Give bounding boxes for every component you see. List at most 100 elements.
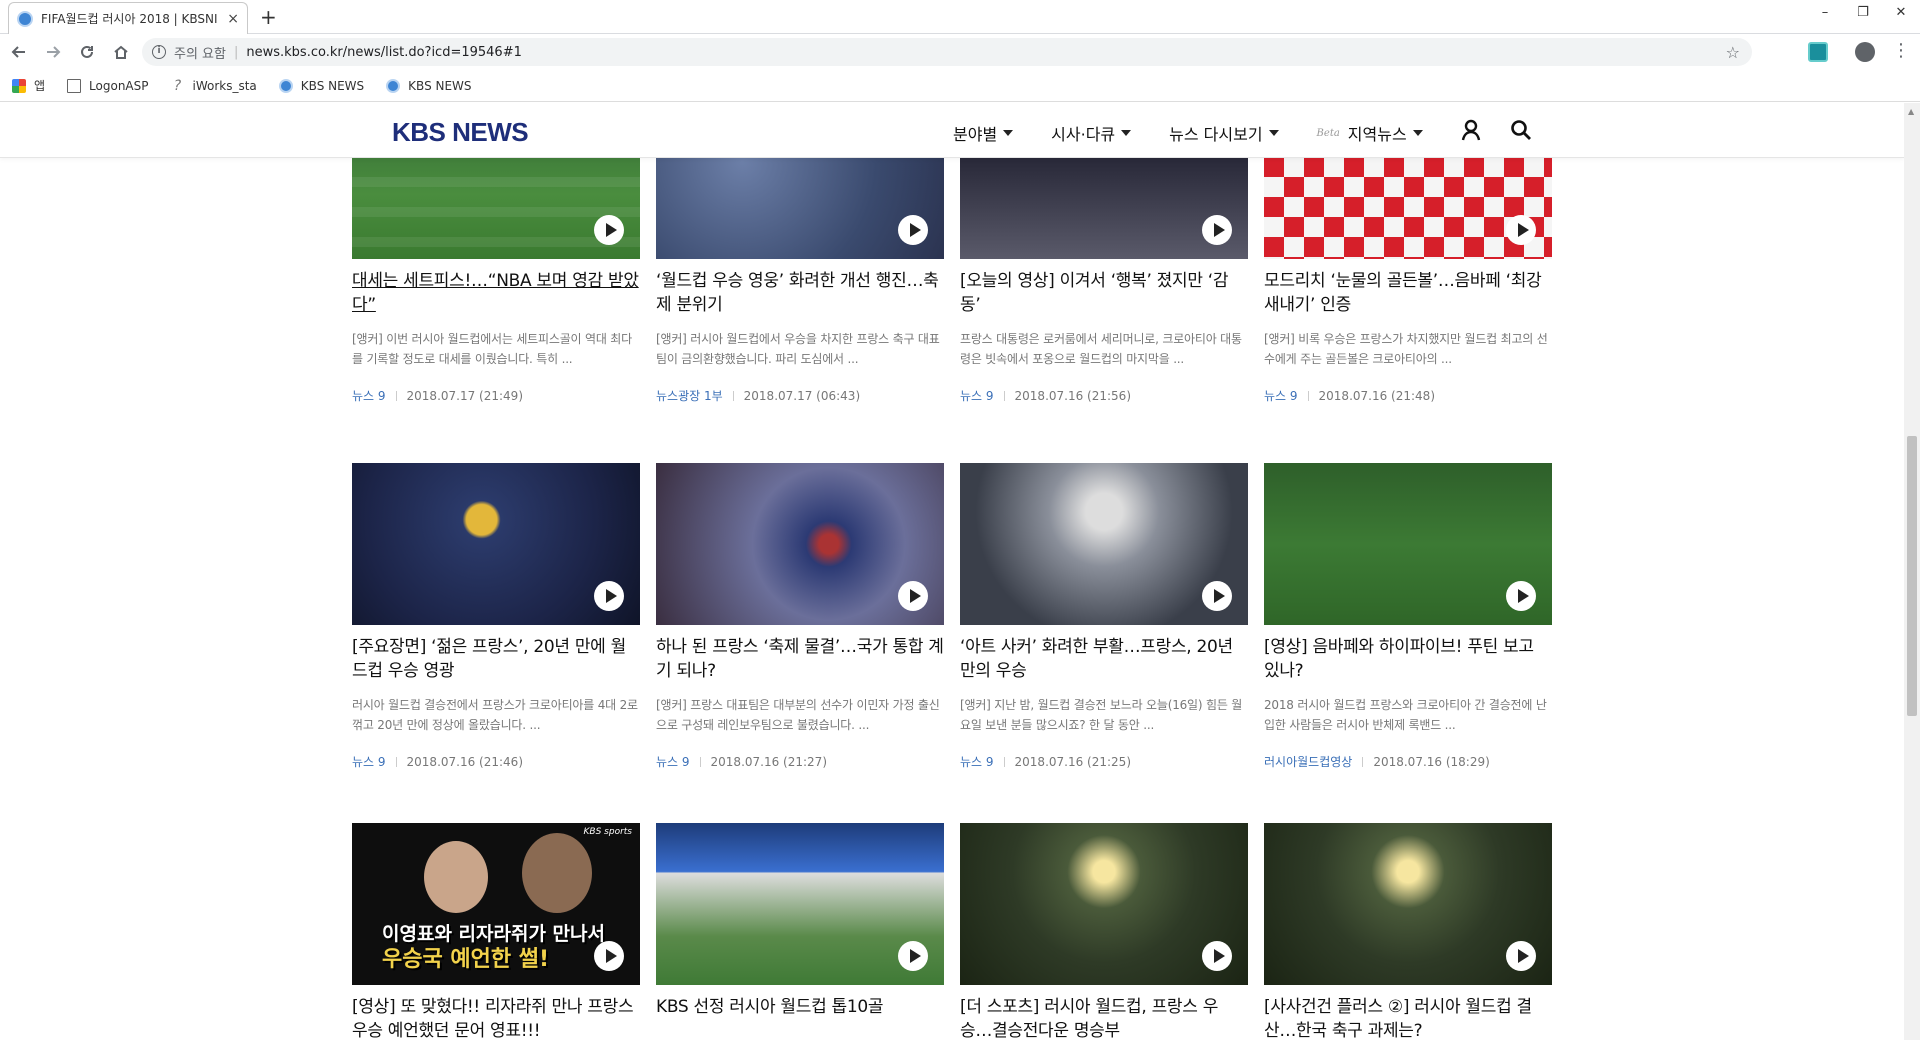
article-thumbnail[interactable]: [656, 463, 944, 625]
page-scrollbar[interactable]: ▲: [1904, 103, 1920, 1040]
article-card[interactable]: [영상] 음바페와 하이파이브! 푸틴 보고 있나? 2018 러시아 월드컵 …: [1264, 463, 1552, 770]
back-button[interactable]: [4, 37, 34, 67]
article-thumbnail[interactable]: [1264, 463, 1552, 625]
program-name[interactable]: 뉴스 9: [1264, 387, 1298, 404]
meta-divider: [699, 756, 701, 767]
article-title[interactable]: [더 스포츠] 러시아 월드컵, 프랑스 우승…결승전다운 명승부: [960, 995, 1248, 1040]
reload-button[interactable]: [72, 37, 102, 67]
more-menu-icon[interactable]: ⋮: [1892, 40, 1910, 61]
play-icon[interactable]: [594, 941, 624, 971]
article-thumbnail[interactable]: [352, 463, 640, 625]
article-meta: 뉴스 9 2018.07.16 (21:56): [960, 387, 1248, 404]
article-card[interactable]: [주요장면] ‘젊은 프랑스’, 20년 만에 월드컵 우승 영광 러시아 월드…: [352, 463, 640, 770]
program-name[interactable]: 뉴스 9: [352, 753, 386, 770]
tab-close-icon[interactable]: ×: [227, 11, 239, 27]
article-title[interactable]: ‘월드컵 우승 영웅’ 화려한 개선 행진…축제 분위기: [656, 269, 944, 317]
nav-news-replay[interactable]: 뉴스 다시보기: [1169, 121, 1279, 145]
article-summary[interactable]: [앵커] 지난 밤, 월드컵 결승전 보느라 오늘(16일) 힘든 월요일 보낸…: [960, 695, 1248, 735]
article-title[interactable]: [주요장면] ‘젊은 프랑스’, 20년 만에 월드컵 우승 영광: [352, 635, 640, 683]
article-summary[interactable]: [앵커] 러시아 월드컵에서 우승을 차지한 프랑스 축구 대표팀이 금의환향했…: [656, 329, 944, 369]
program-name[interactable]: 뉴스 9: [960, 753, 994, 770]
article-title[interactable]: ‘아트 사커’ 화려한 부활…프랑스, 20년 만의 우승: [960, 635, 1248, 683]
article-summary[interactable]: 2018 러시아 월드컵 프랑스와 크로아티아 간 결승전에 난입한 사람들은 …: [1264, 695, 1552, 735]
nav-by-category[interactable]: 분야별: [953, 121, 1014, 145]
article-title[interactable]: [영상] 음바페와 하이파이브! 푸틴 보고 있나?: [1264, 635, 1552, 683]
bookmark-iworks[interactable]: ? iWorks_sta: [171, 79, 257, 93]
article-summary[interactable]: [앵커] 프랑스 대표팀은 대부분의 선수가 이민자 가정 출신으로 구성돼 레…: [656, 695, 944, 735]
program-name[interactable]: 러시아월드컵영상: [1264, 753, 1352, 770]
article-thumbnail[interactable]: [1264, 823, 1552, 985]
article-card[interactable]: [더 스포츠] 러시아 월드컵, 프랑스 우승…결승전다운 명승부: [960, 823, 1248, 1040]
play-icon[interactable]: [1202, 941, 1232, 971]
bookmark-kbs-news-1[interactable]: KBS NEWS: [278, 78, 364, 93]
article-summary[interactable]: 러시아 월드컵 결승전에서 프랑스가 크로아티아를 4대 2로 꺾고 20년 만…: [352, 695, 640, 735]
search-icon[interactable]: [1510, 119, 1532, 141]
article-meta: 뉴스 9 2018.07.17 (21:49): [352, 387, 640, 404]
play-icon[interactable]: [1506, 215, 1536, 245]
article-summary[interactable]: [앵커] 비록 우승은 프랑스가 차지했지만 월드컵 최고의 선수에게 주는 골…: [1264, 329, 1552, 369]
minimize-button[interactable]: –: [1806, 2, 1844, 24]
omnibox-separator: |: [233, 44, 239, 60]
article-card[interactable]: KBS sports 이영표와 리자라쥐가 만나서 우승국 예언한 썰! [영상…: [352, 823, 640, 1040]
close-window-button[interactable]: ✕: [1882, 2, 1920, 24]
security-status[interactable]: 주의 요함: [174, 43, 226, 62]
bookmark-logonasp[interactable]: LogonASP: [67, 78, 149, 93]
kbs-sports-brand: KBS sports: [583, 827, 632, 837]
new-tab-button[interactable]: +: [260, 6, 277, 28]
article-card[interactable]: 하나 된 프랑스 ‘축제 물결’…국가 통합 계기 되나? [앵커] 프랑스 대…: [656, 463, 944, 770]
info-icon[interactable]: i: [152, 45, 166, 59]
article-title[interactable]: [영상] 또 맞혔다!! 리자라쥐 만나 프랑스 우승 예언했던 문어 영표!!…: [352, 995, 640, 1040]
home-button[interactable]: [106, 37, 136, 67]
play-icon[interactable]: [1506, 941, 1536, 971]
kbs-news-logo[interactable]: KBS NEWS: [392, 117, 529, 148]
program-name[interactable]: 뉴스광장 1부: [656, 387, 723, 404]
article-title[interactable]: KBS 선정 러시아 월드컵 톱10골: [656, 995, 944, 1040]
window-controls: – ❐ ✕: [1806, 2, 1920, 24]
profile-icon[interactable]: [1855, 42, 1875, 62]
article-date: 2018.07.16 (21:48): [1318, 388, 1435, 403]
article-card[interactable]: KBS 선정 러시아 월드컵 톱10골: [656, 823, 944, 1040]
article-summary[interactable]: [앵커] 이번 러시아 월드컵에서는 세트피스골이 역대 최다를 기록할 정도로…: [352, 329, 640, 369]
program-name[interactable]: 뉴스 9: [960, 387, 994, 404]
nav-local-news[interactable]: Beta 지역뉴스: [1317, 121, 1423, 145]
nav-current-affairs[interactable]: 시사·다큐: [1051, 121, 1132, 145]
program-name[interactable]: 뉴스 9: [656, 753, 690, 770]
article-thumbnail[interactable]: [960, 463, 1248, 625]
play-icon[interactable]: [594, 215, 624, 245]
nav-label: 뉴스 다시보기: [1169, 125, 1263, 144]
article-title[interactable]: 모드리치 ‘눈물의 골든볼’…음바페 ‘최강 새내기’ 인증: [1264, 269, 1552, 317]
article-title[interactable]: [사사건건 플러스 ②] 러시아 월드컵 결산…한국 축구 과제는?: [1264, 995, 1552, 1040]
article-thumbnail[interactable]: KBS sports 이영표와 리자라쥐가 만나서 우승국 예언한 썰!: [352, 823, 640, 985]
play-icon[interactable]: [898, 581, 928, 611]
play-icon[interactable]: [594, 581, 624, 611]
play-icon[interactable]: [1202, 215, 1232, 245]
program-name[interactable]: 뉴스 9: [352, 387, 386, 404]
extension-icon[interactable]: [1808, 42, 1828, 62]
article-title[interactable]: 대세는 세트피스!…“NBA 보며 영감 받았다”: [352, 269, 640, 317]
play-icon[interactable]: [1202, 581, 1232, 611]
play-icon[interactable]: [1506, 581, 1536, 611]
article-thumbnail[interactable]: [960, 823, 1248, 985]
article-card[interactable]: ‘아트 사커’ 화려한 부활…프랑스, 20년 만의 우승 [앵커] 지난 밤,…: [960, 463, 1248, 770]
article-card[interactable]: [사사건건 플러스 ②] 러시아 월드컵 결산…한국 축구 과제는?: [1264, 823, 1552, 1040]
bookmarks-bar: 앱 LogonASP ? iWorks_sta KBS NEWS KBS NEWS: [0, 70, 1920, 102]
article-thumbnail[interactable]: [656, 823, 944, 985]
forward-button[interactable]: [38, 37, 68, 67]
bookmark-star-icon[interactable]: ☆: [1726, 43, 1740, 62]
article-title[interactable]: [오늘의 영상] 이겨서 ‘행복’ 졌지만 ‘감동’: [960, 269, 1248, 317]
scroll-up-icon[interactable]: ▲: [1908, 107, 1914, 116]
play-icon[interactable]: [898, 215, 928, 245]
user-icon[interactable]: [1460, 119, 1482, 141]
url-text[interactable]: news.kbs.co.kr/news/list.do?icd=19546#1: [246, 45, 522, 60]
beta-badge: Beta: [1316, 127, 1340, 139]
bookmark-kbs-news-2[interactable]: KBS NEWS: [386, 78, 472, 93]
address-bar[interactable]: i 주의 요함 | news.kbs.co.kr/news/list.do?ic…: [142, 38, 1752, 66]
scrollbar-thumb[interactable]: [1907, 436, 1917, 716]
browser-tab[interactable]: FIFA월드컵 러시아 2018 | KBSNI ×: [8, 2, 248, 34]
apps-grid-icon: [12, 78, 26, 93]
article-title[interactable]: 하나 된 프랑스 ‘축제 물결’…국가 통합 계기 되나?: [656, 635, 944, 683]
article-summary[interactable]: 프랑스 대통령은 로커룸에서 세리머니로, 크로아티아 대통령은 빗속에서 포옹…: [960, 329, 1248, 369]
bookmark-apps[interactable]: 앱: [12, 77, 45, 94]
restore-button[interactable]: ❐: [1844, 2, 1882, 24]
play-icon[interactable]: [898, 941, 928, 971]
